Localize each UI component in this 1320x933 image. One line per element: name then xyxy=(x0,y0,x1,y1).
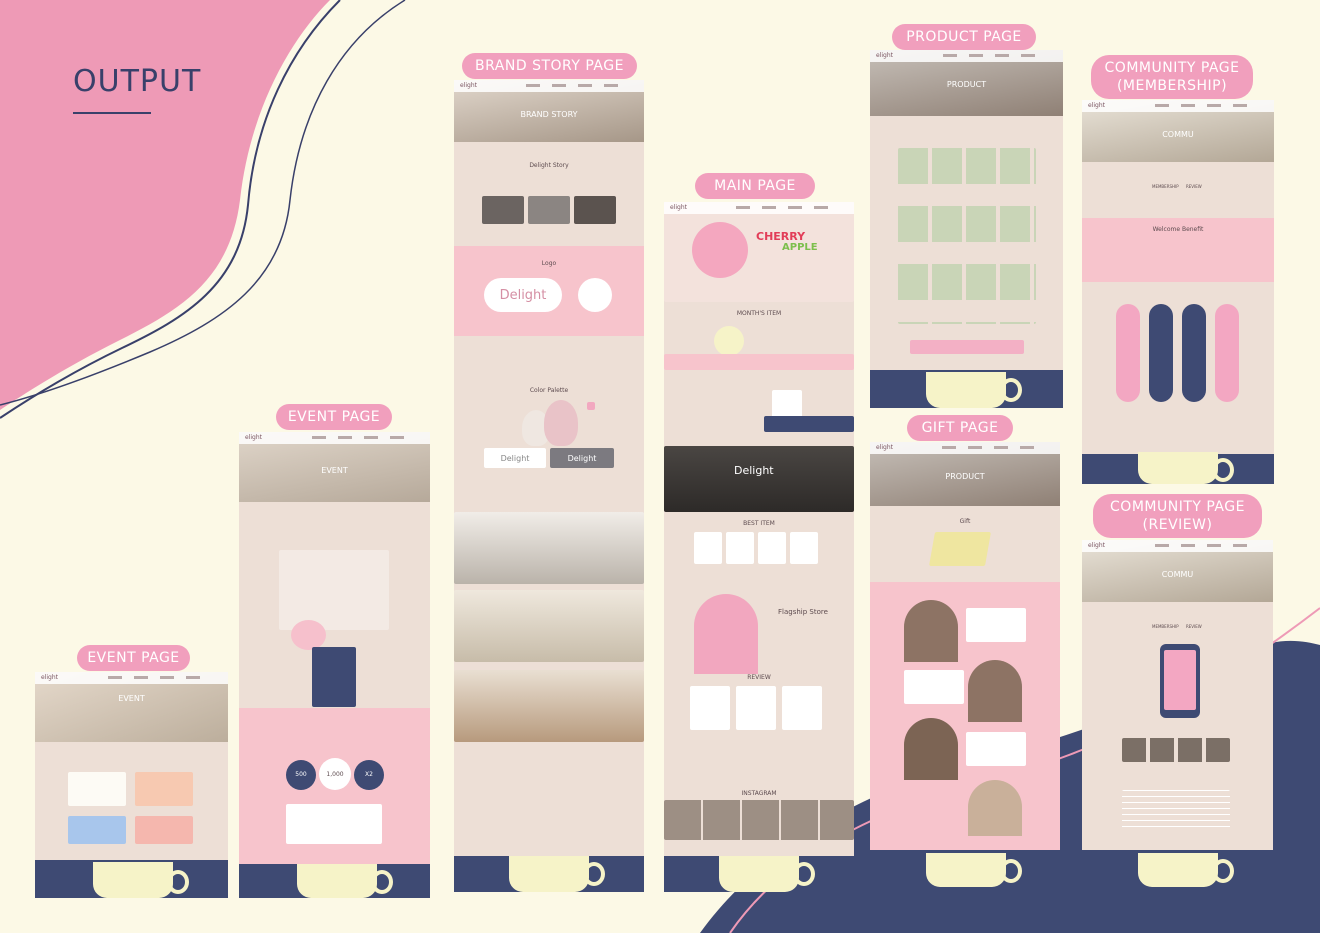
label-membership-line2: (MEMBERSHIP) xyxy=(1116,78,1228,94)
brand-story-page-preview: BRAND STORY elight Delight Story Logo De… xyxy=(454,80,644,892)
review-footer-cup xyxy=(1138,853,1218,887)
best-item-heading: BEST ITEM xyxy=(743,520,775,527)
promo-apple: APPLE xyxy=(782,242,818,253)
coin-x2-value: X2 xyxy=(365,771,373,778)
brand-logo-heading: Logo xyxy=(541,260,557,267)
gift-page-preview: PRODUCT elight Gift xyxy=(870,442,1060,850)
review-heading: REVIEW xyxy=(747,674,771,681)
product-logo: elight xyxy=(876,52,893,59)
coin-1000-value: 1,000 xyxy=(326,771,344,778)
label-main-page: MAIN PAGE xyxy=(695,173,815,199)
community-review-page-preview: COMMU elight MEMBERSHIP REVIEW xyxy=(1082,540,1273,850)
label-community-membership: COMMUNITY PAGE (MEMBERSHIP) xyxy=(1091,55,1253,99)
monthly-heading: MONTH'S ITEM xyxy=(736,310,782,317)
label-review-line1: COMMUNITY PAGE xyxy=(1110,499,1245,515)
label-community-review: COMMUNITY PAGE (REVIEW) xyxy=(1093,494,1262,538)
event-small-logo: elight xyxy=(41,674,58,681)
label-membership-line1: COMMUNITY PAGE xyxy=(1104,60,1240,76)
output-heading: OUTPUT xyxy=(73,64,202,99)
membership-hero-title: COMMU xyxy=(1162,130,1194,139)
gift-footer-cup xyxy=(926,853,1006,887)
instagram-heading: INSTAGRAM xyxy=(741,790,777,797)
main-page-preview: elight CHERRY APPLE MONTH'S ITEM Delight… xyxy=(664,202,854,892)
brand-logo: elight xyxy=(460,82,477,89)
brand-color-heading: Color Palette xyxy=(529,387,569,394)
label-product-page: PRODUCT PAGE xyxy=(892,24,1036,50)
label-event-page-small: EVENT PAGE xyxy=(77,645,190,671)
event-tall-hero-title: EVENT xyxy=(321,466,348,475)
gift-hero-title: PRODUCT xyxy=(945,472,985,481)
event-page-small-preview: EVENT elight xyxy=(35,672,228,898)
flagship-heading: Flagship Store xyxy=(778,608,828,616)
review-logo: elight xyxy=(1088,542,1105,549)
delight-banner-text: Delight xyxy=(734,464,774,477)
event-hero-title: EVENT xyxy=(118,694,145,703)
main-logo: elight xyxy=(670,204,687,211)
delight-banner xyxy=(664,446,854,512)
label-event-page-tall: EVENT PAGE xyxy=(276,404,392,430)
membership-tab: MEMBERSHIP xyxy=(1152,184,1179,189)
membership-review-tab: REVIEW xyxy=(1186,184,1202,189)
brand-logo-big: Delight xyxy=(499,288,547,303)
product-page-preview: PRODUCT elight xyxy=(870,50,1063,408)
review-membership-tab: MEMBERSHIP xyxy=(1152,624,1179,629)
coin-500-value: 500 xyxy=(295,771,307,778)
brand-story-heading: Delight Story xyxy=(529,162,569,169)
brand-hero-title: BRAND STORY xyxy=(520,110,578,119)
gift-logo: elight xyxy=(876,444,893,451)
label-brand-story-page: BRAND STORY PAGE xyxy=(462,53,637,79)
community-membership-page-preview: COMMU elight MEMBERSHIP REVIEW Welcome B… xyxy=(1082,100,1274,484)
membership-logo: elight xyxy=(1088,102,1105,109)
label-review-line2: (REVIEW) xyxy=(1142,517,1213,533)
review-tab: REVIEW xyxy=(1186,624,1202,629)
review-hero-title: COMMU xyxy=(1161,570,1194,579)
heading-underline xyxy=(73,112,151,114)
welcome-benefit: Welcome Benefit xyxy=(1152,226,1204,233)
gift-heading: Gift xyxy=(959,518,971,525)
brand-logo-dark: Delight xyxy=(567,454,597,463)
label-gift-page: GIFT PAGE xyxy=(907,415,1013,441)
product-hero-title: PRODUCT xyxy=(946,80,987,89)
event-tall-logo: elight xyxy=(245,434,262,441)
brand-logo-light: Delight xyxy=(500,454,530,463)
event-page-tall-preview: EVENT elight 500 1,000 X2 xyxy=(239,432,430,898)
